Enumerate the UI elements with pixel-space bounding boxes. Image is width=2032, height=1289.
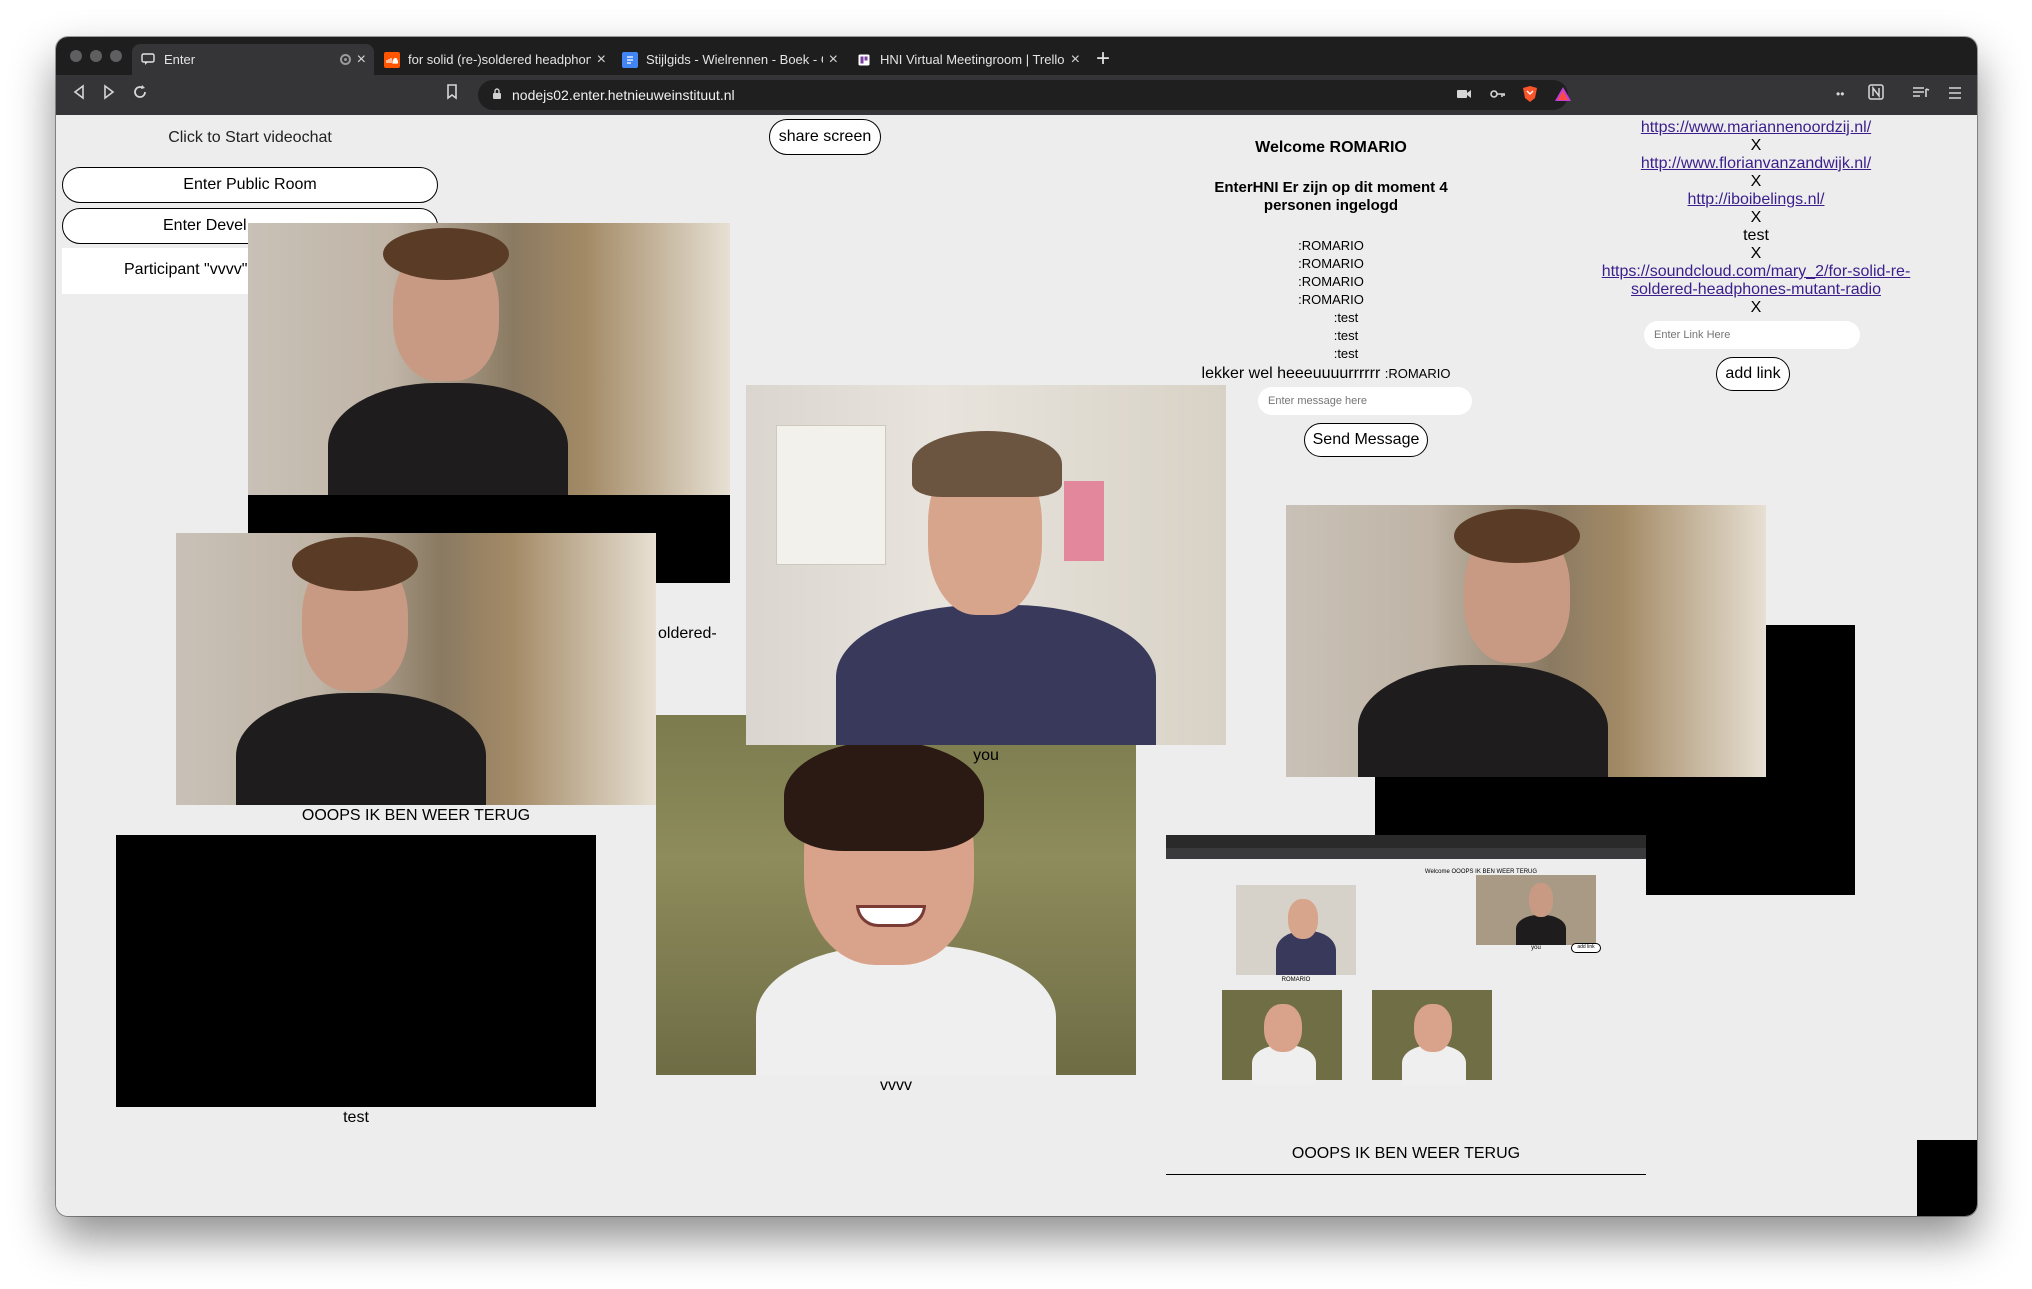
tab-label: for solid (re-)soldered headphon	[408, 52, 591, 67]
video-label-test: test	[343, 1109, 369, 1126]
close-tab-icon[interactable]: ×	[1071, 51, 1080, 69]
browser-window: Enter × for solid (re-)soldered headphon…	[56, 37, 1977, 1216]
link-item[interactable]: https://soundcloud.com/mary_2/for-solid-…	[1556, 263, 1956, 299]
tab-enter[interactable]: Enter ×	[132, 44, 374, 75]
recording-icon	[339, 54, 351, 65]
link-list: https://www.mariannenoordzij.nl/ X http:…	[1556, 119, 1956, 317]
chat-message: lekker wel heeeuuuurrrrrr :ROMARIO	[1166, 365, 1486, 383]
playlist-icon[interactable]	[1912, 84, 1930, 105]
tab-stijlgids[interactable]: Stijlgids - Wielrennen - Boek - G ×	[614, 44, 846, 75]
tab-trello[interactable]: HNI Virtual Meetingroom | Trello ×	[848, 44, 1088, 75]
user-list-item: :test	[1333, 346, 1359, 361]
send-message-button[interactable]: Send Message	[1304, 423, 1428, 457]
remove-link-button[interactable]: X	[1556, 299, 1956, 317]
menu-icon[interactable]	[1948, 84, 1962, 105]
video-romario-2	[176, 533, 656, 805]
chat-icon	[140, 52, 156, 68]
mini-video-vvvv-2	[1372, 990, 1492, 1085]
video-label-you: you	[973, 747, 999, 764]
mini-video-vvvv-1	[1222, 990, 1342, 1085]
add-link-button[interactable]: add link	[1716, 357, 1790, 391]
lock-icon	[492, 87, 502, 103]
new-tab-icon[interactable]: +	[1096, 45, 1110, 73]
tab-soundcloud[interactable]: for solid (re-)soldered headphon ×	[376, 44, 614, 75]
docs-icon	[622, 51, 638, 68]
chat-message-text: lekker wel heeeuuuurrrrrr	[1201, 365, 1381, 382]
tab-label: Enter	[164, 52, 196, 67]
close-tab-icon[interactable]: ×	[357, 51, 366, 69]
url-text: nodejs02.enter.hetnieuweinstituut.nl	[512, 87, 735, 103]
mini-add-link: add link	[1571, 943, 1601, 953]
remove-link-button[interactable]: X	[1556, 137, 1956, 155]
mini-video-you	[1236, 885, 1356, 975]
extensions-icon[interactable]: ••	[1836, 87, 1844, 101]
trello-icon	[856, 52, 872, 68]
video-label-ooops-2: OOOPS IK BEN WEER TERUG	[1291, 1145, 1521, 1162]
video-test	[116, 835, 596, 1107]
user-list-item: :ROMARIO	[1298, 274, 1364, 289]
remove-link-button[interactable]: X	[1556, 209, 1956, 227]
forward-icon[interactable]	[102, 84, 116, 105]
link-item[interactable]: http://iboibelings.nl/	[1556, 191, 1956, 209]
link-item[interactable]: https://www.mariannenoordzij.nl/	[1556, 119, 1956, 137]
reload-icon[interactable]	[132, 84, 148, 105]
tab-bar: Enter × for solid (re-)soldered headphon…	[56, 37, 1977, 75]
navigation-toolbar: nodejs02.enter.hetnieuweinstituut.nl ••	[56, 75, 1977, 115]
tab-label: Stijlgids - Wielrennen - Boek - G	[646, 52, 823, 67]
link-input[interactable]	[1644, 321, 1860, 349]
start-videochat-label: Click to Start videochat	[168, 129, 332, 146]
zoom-window-icon[interactable]	[110, 50, 122, 62]
user-list-item: :test	[1333, 310, 1359, 325]
share-screen-button[interactable]: share screen	[769, 119, 881, 155]
brave-shield-icon[interactable]	[1522, 85, 1538, 106]
camera-icon[interactable]	[1456, 87, 1472, 103]
video-you	[746, 385, 1226, 745]
online-status: EnterHNI Er zijn op dit moment 4 persone…	[1214, 179, 1448, 214]
user-list: :ROMARIO :ROMARIO :ROMARIO :ROMARIO :tes…	[1186, 237, 1476, 363]
soundcloud-icon	[384, 51, 400, 68]
notion-icon[interactable]	[1868, 84, 1884, 105]
close-window-icon[interactable]	[70, 50, 82, 62]
bookmark-icon[interactable]	[446, 84, 458, 105]
user-list-item: :ROMARIO	[1298, 238, 1364, 253]
video-label-partial: oldered-	[658, 625, 717, 642]
link-item[interactable]: http://www.florianvanzandwijk.nl/	[1556, 155, 1956, 173]
back-icon[interactable]	[72, 84, 86, 105]
brave-rewards-icon[interactable]	[1554, 86, 1572, 105]
user-list-item: :ROMARIO	[1298, 292, 1364, 307]
video-label-vvvv: vvvv	[880, 1077, 912, 1094]
video-romario-1	[248, 223, 730, 583]
address-bar[interactable]: nodejs02.enter.hetnieuweinstituut.nl	[478, 80, 1571, 110]
video-vvvv	[656, 715, 1136, 1075]
key-icon[interactable]	[1490, 87, 1506, 103]
chat-message-input[interactable]	[1258, 387, 1472, 415]
tab-label: HNI Virtual Meetingroom | Trello	[880, 52, 1065, 67]
minimize-window-icon[interactable]	[90, 50, 102, 62]
user-list-item: :ROMARIO	[1298, 256, 1364, 271]
welcome-heading: Welcome ROMARIO	[1255, 139, 1407, 156]
remove-link-button[interactable]: X	[1556, 245, 1956, 263]
chat-message-author: :ROMARIO	[1384, 366, 1451, 381]
close-tab-icon[interactable]: ×	[597, 51, 606, 69]
video-romario-3	[1286, 505, 1766, 777]
user-list-item: :test	[1333, 328, 1359, 343]
remove-link-button[interactable]: X	[1556, 173, 1956, 191]
mini-label: ROMARIO	[1281, 977, 1311, 983]
mini-video-romario	[1476, 875, 1596, 945]
enter-public-room-button[interactable]: Enter Public Room	[62, 167, 438, 203]
page-content: Click to Start videochat Enter Public Ro…	[56, 115, 1977, 1216]
close-tab-icon[interactable]: ×	[829, 51, 838, 69]
link-item: test	[1743, 227, 1769, 244]
video-label-ooops-1: OOOPS IK BEN WEER TERUG	[301, 807, 531, 824]
video-black-corner	[1917, 1140, 1977, 1216]
screen-share-video: Welcome OOOPS IK BEN WEER TERUG ROMARIO …	[1166, 835, 1646, 1175]
